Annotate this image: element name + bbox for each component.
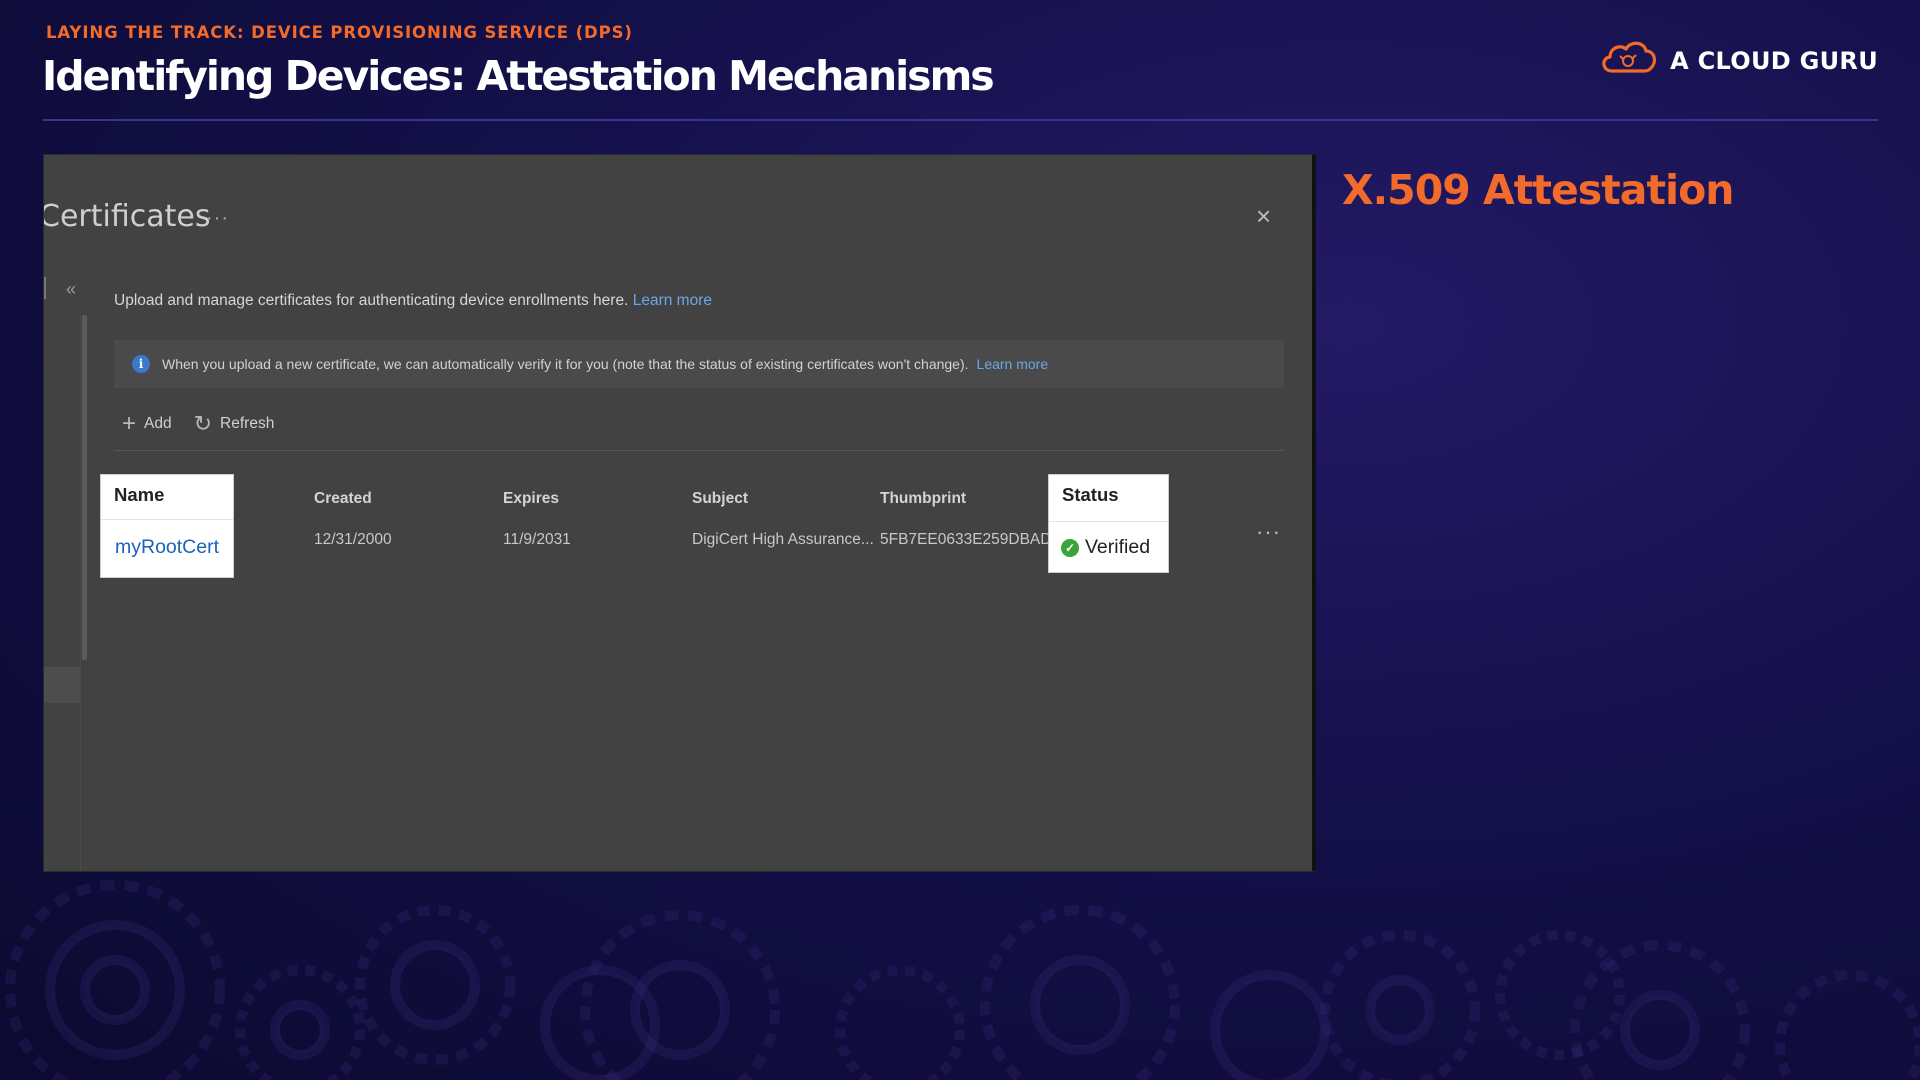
refresh-label: Refresh xyxy=(220,415,275,432)
slide-overline: LAYING THE TRACK: DEVICE PROVISIONING SE… xyxy=(46,23,633,42)
blade-more-icon[interactable]: ··· xyxy=(206,207,229,230)
highlight-status-column: Status ✓ Verified xyxy=(1048,474,1169,573)
blade-title: Certificates xyxy=(43,199,211,234)
left-nav-scrollbar[interactable] xyxy=(82,315,87,660)
highlight-separator xyxy=(1049,521,1168,522)
close-icon[interactable]: × xyxy=(1256,201,1271,232)
add-button[interactable]: + Add xyxy=(122,412,172,436)
column-header-expires[interactable]: Expires xyxy=(503,490,559,508)
info-text: When you upload a new certificate, we ca… xyxy=(162,356,969,372)
left-nav-selected-item[interactable] xyxy=(44,667,80,703)
brand-logo: A CLOUD GURU xyxy=(1598,38,1878,83)
info-icon: i xyxy=(132,355,150,373)
add-label: Add xyxy=(144,415,172,432)
cell-created: 12/31/2000 xyxy=(314,531,392,548)
cell-thumbprint: 5FB7EE0633E259DBAD0 xyxy=(880,531,1061,548)
blade-description: Upload and manage certificates for authe… xyxy=(114,292,712,310)
row-more-icon[interactable]: ··· xyxy=(1256,519,1281,545)
cloud-icon xyxy=(1598,38,1660,83)
check-circle-icon: ✓ xyxy=(1061,538,1079,557)
highlight-name-column: Name myRootCert xyxy=(100,474,234,578)
status-badge: ✓ Verified xyxy=(1061,536,1150,559)
column-header-subject[interactable]: Subject xyxy=(692,490,748,508)
highlight-separator xyxy=(101,519,233,520)
collapse-menu-icon[interactable]: « xyxy=(66,279,76,300)
learn-more-link[interactable]: Learn more xyxy=(633,292,712,309)
info-banner: i When you upload a new certificate, we … xyxy=(114,340,1284,388)
description-text: Upload and manage certificates for authe… xyxy=(114,292,629,309)
refresh-icon: ↻ xyxy=(193,411,213,436)
info-learn-more-link[interactable]: Learn more xyxy=(977,356,1049,372)
slide-title: Identifying Devices: Attestation Mechani… xyxy=(42,52,995,100)
column-header-name[interactable]: Name xyxy=(114,484,164,506)
left-nav-tick xyxy=(44,277,46,299)
command-bar-divider xyxy=(114,450,1284,451)
column-header-created[interactable]: Created xyxy=(314,490,372,508)
status-text: Verified xyxy=(1085,536,1151,558)
gears-decoration xyxy=(5,880,1920,1080)
left-nav-divider xyxy=(80,315,81,871)
header-divider xyxy=(43,119,1878,121)
plus-icon: + xyxy=(122,410,137,437)
portal-screenshot: Certificates ··· × « Upload and manage c… xyxy=(43,154,1316,872)
column-header-thumbprint[interactable]: Thumbprint xyxy=(880,490,966,508)
command-bar: + Add ↻ Refresh xyxy=(122,412,274,436)
side-title: X.509 Attestation xyxy=(1342,166,1734,214)
cell-expires: 11/9/2031 xyxy=(503,531,571,548)
logo-text: A CLOUD GURU xyxy=(1670,46,1878,75)
refresh-button[interactable]: ↻ Refresh xyxy=(194,413,275,435)
cell-subject: DigiCert High Assurance... xyxy=(692,531,874,548)
certificate-name-link[interactable]: myRootCert xyxy=(115,536,219,559)
column-header-status[interactable]: Status xyxy=(1062,484,1119,506)
